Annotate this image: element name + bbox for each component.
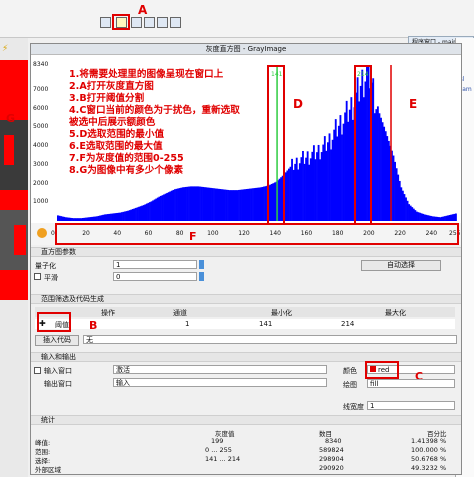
y-tick-label: 7000	[33, 86, 49, 94]
quantize-input[interactable]: 1	[113, 260, 197, 269]
dialog-title: 灰度直方图 - GrayImage	[31, 44, 461, 55]
stats-row: 范围: 0 ... 255 589824 100.000 %	[35, 446, 447, 456]
input-window-checkbox[interactable]	[34, 367, 41, 374]
image-preview	[0, 60, 28, 300]
annotation-g: G	[6, 112, 16, 125]
input-window-select[interactable]: 激活	[113, 365, 327, 374]
x-axis: 0 20 40 60 80 100 120 140 160 180 200 220 240 255 F	[31, 223, 461, 245]
toolbar-icon[interactable]	[157, 17, 168, 28]
y-tick-label: 1000	[33, 198, 49, 206]
toolbar-icon[interactable]	[131, 17, 142, 28]
annotation-b: B	[89, 319, 98, 332]
line-width-label: 线宽度	[343, 403, 364, 411]
stats-row: 峰值: 199 8340 1.41398 %	[35, 437, 447, 447]
y-tick-label: 8340	[33, 61, 49, 68]
toolbar-icon[interactable]	[170, 17, 181, 28]
gray-histogram-dialog: 灰度直方图 - GrayImage 8340 7000 6000 5000 4000 30…	[30, 43, 462, 475]
input-window-label: 输入窗口	[44, 367, 72, 375]
annotation-box-c	[365, 361, 399, 379]
insert-code-select[interactable]: 无	[83, 335, 457, 344]
annotation-box-a	[112, 14, 130, 30]
range-table-header: 操作 通道 最小化 最大化	[35, 307, 455, 317]
stats-row: 选择: 141 ... 214 298904 50.6768 %	[35, 455, 447, 465]
y-tick-label: 2000	[33, 179, 49, 187]
quantize-label: 量子化	[35, 262, 56, 270]
y-tick-label: 4000	[33, 142, 49, 150]
smooth-checkbox[interactable]	[34, 273, 41, 280]
draw-label: 绘图	[343, 381, 357, 389]
annotation-box-f	[55, 223, 459, 245]
stats-header-row: 灰度值 数目 百分比	[215, 430, 447, 438]
quantize-slider[interactable]	[199, 260, 204, 269]
draw-select[interactable]: fill	[367, 379, 455, 388]
annotation-box-e	[354, 65, 372, 233]
line-width-input[interactable]: 1	[367, 401, 455, 410]
section-histogram-params[interactable]: 直方图参数	[31, 247, 461, 257]
annotation-e: E	[409, 97, 418, 111]
section-statistics[interactable]: 统计	[31, 415, 461, 425]
annotation-a: A	[138, 3, 148, 17]
annotation-box-d	[267, 65, 285, 233]
output-window-label: 输出窗口	[44, 380, 72, 388]
stats-row: 外部区域 290920 49.3232 %	[35, 464, 447, 474]
insert-code-button[interactable]: 插入代码	[35, 335, 79, 346]
smooth-input[interactable]: 0	[113, 272, 197, 281]
annotation-d: D	[293, 97, 303, 111]
toolbar-icon[interactable]	[144, 17, 155, 28]
instruction-notes: 1.将需要处理里的图像呈现在窗口上 2.A打开灰度直方图 3.B打开阈值分割 4…	[69, 69, 240, 176]
smooth-label: 平滑	[44, 274, 58, 282]
color-label: 颜色	[343, 367, 357, 375]
section-range-filter[interactable]: 范围筛选及代码生成	[31, 294, 461, 304]
y-axis-ticks: 8340 7000 6000 5000 4000 3000 2000 1000	[33, 55, 53, 223]
histogram-plot[interactable]: 8340 7000 6000 5000 4000 3000 2000 1000 (2, 21)…	[31, 55, 461, 233]
lightbulb-icon: ⚡	[2, 44, 9, 54]
y-tick-label: 5000	[33, 123, 49, 131]
annotation-f: F	[189, 230, 197, 243]
y-tick-label: 3000	[33, 160, 49, 168]
auto-select-button[interactable]: 自动选择	[361, 260, 441, 271]
smooth-slider[interactable]	[199, 272, 204, 281]
output-window-select[interactable]: 输入	[113, 378, 327, 387]
annotation-box-b	[37, 312, 71, 332]
toolbar-icon[interactable]	[100, 17, 111, 28]
histogram-bar	[455, 213, 457, 221]
range-table-row[interactable]: ✚ 阈值 1 141 214	[35, 319, 455, 329]
main-toolbar: A	[0, 0, 474, 38]
cursor-readout: (2, 21)	[87, 205, 107, 212]
statistics-table: 灰度值 数目 百分比 峰值: 199 8340 1.41398 % 范围: 0 …	[35, 428, 457, 474]
y-tick-label: 6000	[33, 104, 49, 112]
